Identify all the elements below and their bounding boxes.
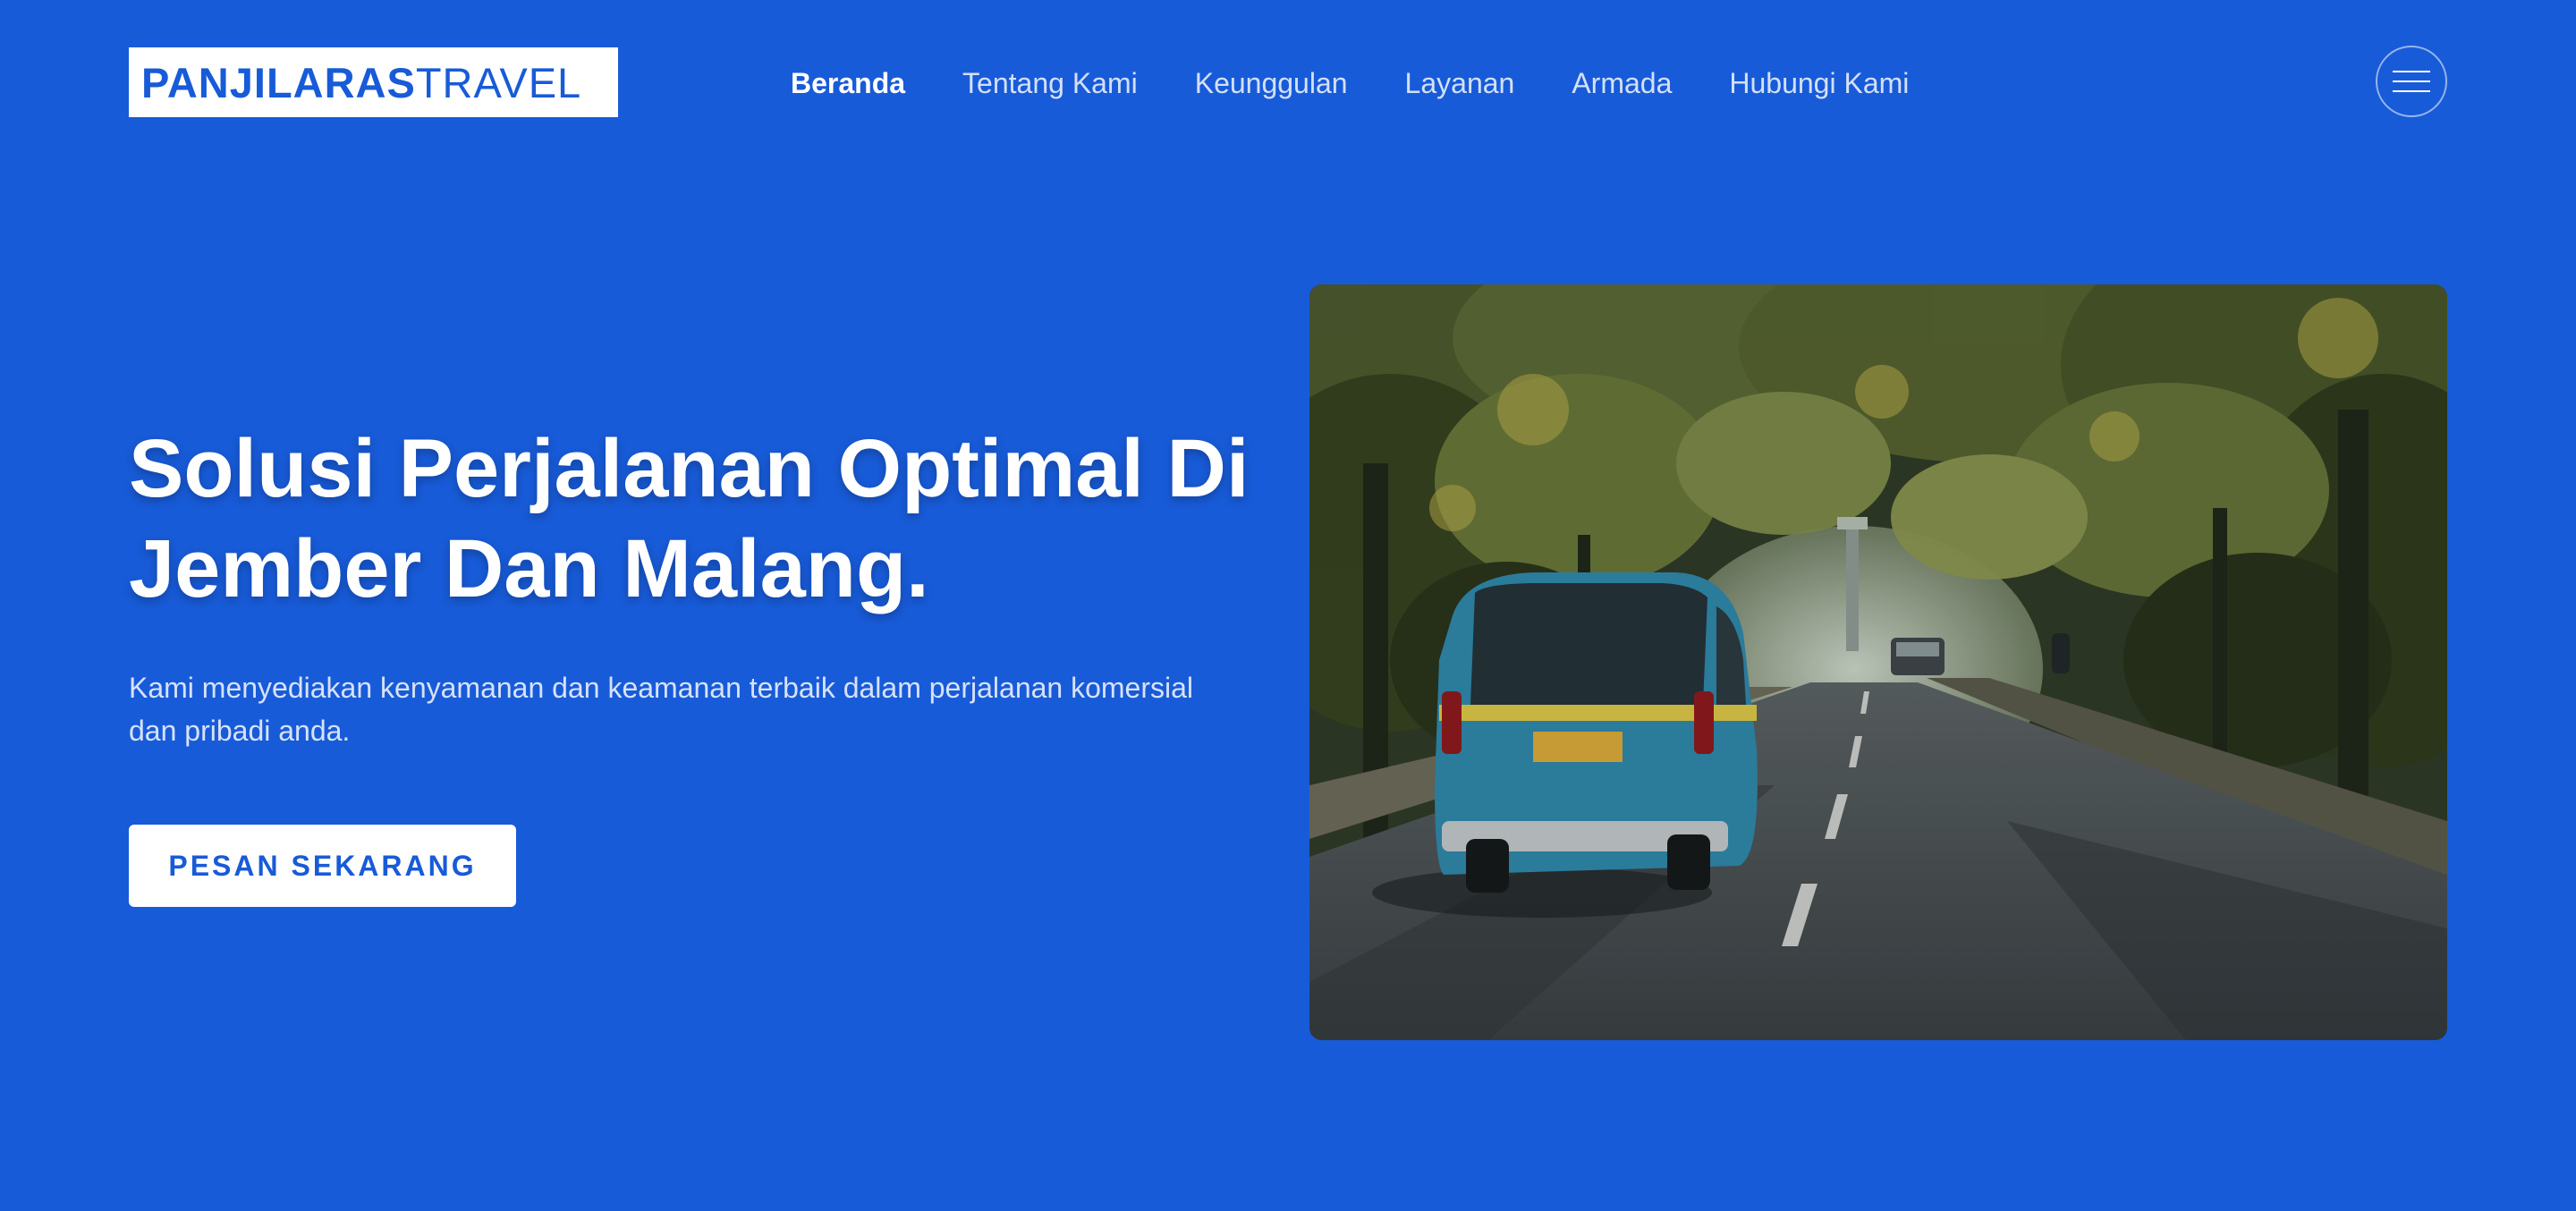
logo-text-bold: PANJILARAS [141, 58, 416, 106]
nav-link-layanan[interactable]: Layanan [1405, 67, 1515, 100]
nav-link-beranda[interactable]: Beranda [791, 67, 905, 100]
hamburger-icon-line [2393, 80, 2430, 82]
hero-subtitle-line-1: Kami menyediakan kenyamanan dan keamanan… [129, 672, 1194, 704]
nav-link-tentang-kami[interactable]: Tentang Kami [962, 67, 1138, 100]
hero-title: Solusi Perjalanan Optimal Di Jember Dan … [129, 419, 1292, 619]
hamburger-icon [2393, 71, 2430, 72]
hero-title-line-1: Solusi Perjalanan Optimal Di [129, 423, 1250, 514]
order-now-button[interactable]: PESAN SEKARANG [129, 825, 516, 907]
hamburger-menu-button[interactable] [2376, 46, 2447, 117]
hero-image [1309, 284, 2447, 1040]
logo[interactable]: PANJILARAS TRAVEL [129, 47, 618, 117]
hero-photo-illustration [1309, 284, 2447, 1040]
hamburger-icon-line [2393, 90, 2430, 92]
hero-title-line-2: Jember Dan Malang. [129, 523, 929, 614]
nav-link-hubungi-kami[interactable]: Hubungi Kami [1729, 67, 1909, 100]
hero-subtitle: Kami menyediakan kenyamanan dan keamanan… [129, 666, 1274, 752]
main-nav: Beranda Tentang Kami Keunggulan Layanan … [791, 61, 1909, 106]
logo-text-light: TRAVEL [415, 58, 582, 106]
nav-link-keunggulan[interactable]: Keunggulan [1195, 67, 1348, 100]
hero-subtitle-line-2: dan pribadi anda. [129, 715, 351, 747]
site-header: PANJILARAS TRAVEL Beranda Tentang Kami Ke… [0, 0, 2576, 165]
nav-link-armada[interactable]: Armada [1572, 67, 1672, 100]
